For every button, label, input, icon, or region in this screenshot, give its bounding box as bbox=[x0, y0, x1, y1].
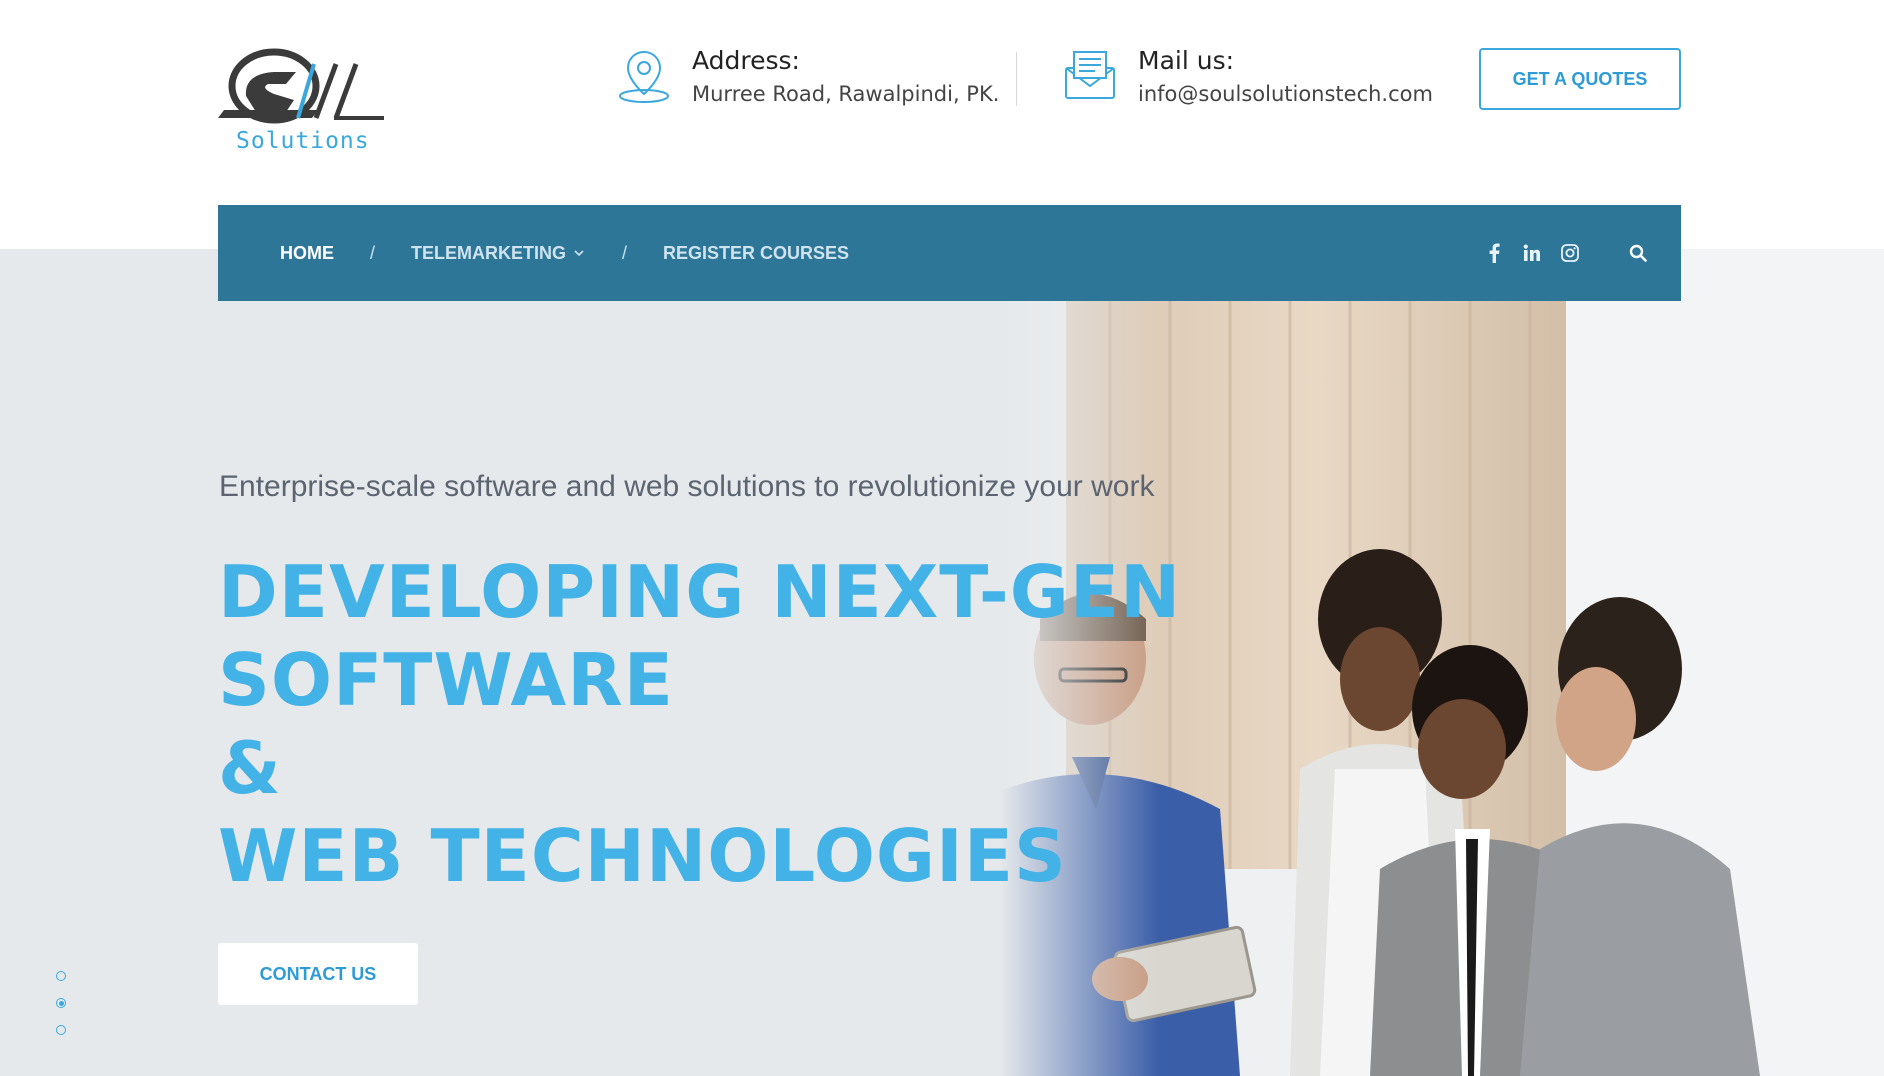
hero-headline: DEVELOPING NEXT-GEN SOFTWARE & WEB TECHN… bbox=[218, 548, 1181, 900]
slide-dot-3[interactable] bbox=[56, 1025, 66, 1035]
linkedin-icon[interactable] bbox=[1521, 242, 1543, 264]
instagram-icon[interactable] bbox=[1559, 242, 1581, 264]
nav-telemarketing-label: TELEMARKETING bbox=[411, 242, 567, 263]
mail-label: Mail us: bbox=[1138, 46, 1235, 75]
map-pin-icon bbox=[619, 50, 669, 103]
nav-separator: / bbox=[370, 242, 376, 263]
headline-line-2: SOFTWARE bbox=[218, 638, 674, 722]
nav-register-courses[interactable]: REGISTER COURSES bbox=[663, 243, 849, 264]
chevron-down-icon bbox=[574, 250, 584, 257]
slide-dot-1[interactable] bbox=[56, 971, 66, 981]
hero-tagline: Enterprise-scale software and web soluti… bbox=[219, 470, 1155, 503]
slide-dot-2[interactable] bbox=[56, 998, 66, 1008]
headline-line-3: & bbox=[218, 726, 282, 810]
facebook-icon[interactable] bbox=[1483, 242, 1505, 264]
search-icon[interactable] bbox=[1627, 242, 1649, 264]
nav-separator: / bbox=[622, 242, 628, 263]
nav-actions bbox=[1467, 205, 1649, 301]
address-block: Address: Murree Road, Rawalpindi, PK. bbox=[616, 46, 999, 106]
headline-line-1: DEVELOPING NEXT-GEN bbox=[218, 550, 1182, 634]
headline-line-4: WEB TECHNOLOGIES bbox=[218, 814, 1067, 898]
mail-block: Mail us: info@soulsolutionstech.com bbox=[1062, 46, 1433, 106]
nav-home[interactable]: HOME bbox=[280, 243, 334, 264]
slider-dots bbox=[56, 971, 66, 1052]
contact-us-button[interactable]: CONTACT US bbox=[218, 943, 418, 1005]
main-navigation: HOME / TELEMARKETING / REGISTER COURSES bbox=[218, 205, 1681, 301]
address-label: Address: bbox=[692, 46, 800, 75]
header-divider bbox=[1016, 52, 1017, 106]
mail-value[interactable]: info@soulsolutionstech.com bbox=[1138, 82, 1433, 106]
logo-text: Solutions bbox=[236, 128, 370, 154]
address-value: Murree Road, Rawalpindi, PK. bbox=[692, 82, 1000, 106]
get-quote-button[interactable]: GET A QUOTES bbox=[1479, 48, 1681, 110]
nav-telemarketing[interactable]: TELEMARKETING bbox=[411, 243, 586, 264]
envelope-icon bbox=[1065, 51, 1115, 99]
